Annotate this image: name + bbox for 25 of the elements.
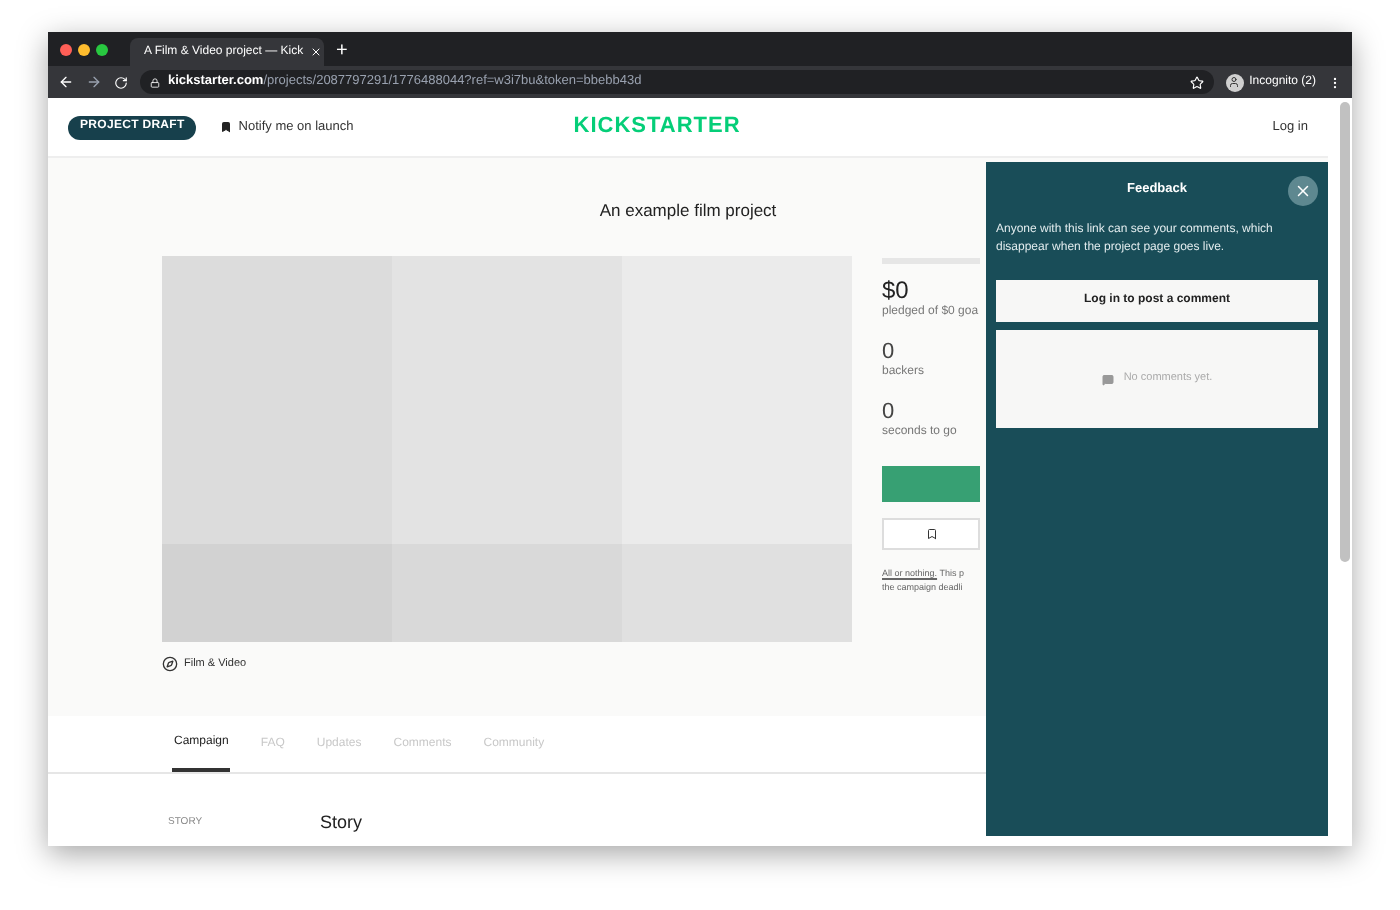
forward-icon[interactable] — [86, 74, 102, 90]
stat-value: $0 — [882, 277, 911, 304]
reload-icon[interactable] — [114, 75, 128, 89]
story-heading: Story — [320, 810, 363, 836]
stat-value: 0 — [882, 399, 897, 424]
menu-icon[interactable] — [1328, 75, 1342, 89]
bookmark-star-icon[interactable] — [1189, 75, 1204, 89]
maximize-window-icon[interactable] — [96, 43, 108, 55]
new-tab-button[interactable]: + — [336, 38, 348, 66]
close-tab-icon[interactable] — [309, 46, 322, 58]
bookmark-icon — [220, 120, 233, 134]
back-project-button[interactable] — [882, 465, 980, 502]
project-title: An example film project — [599, 198, 777, 224]
bookmark-icon — [925, 525, 937, 542]
close-icon — [1294, 182, 1312, 200]
back-icon[interactable] — [58, 74, 74, 90]
close-window-icon[interactable] — [60, 43, 72, 55]
scrollbar[interactable] — [1340, 102, 1350, 562]
stat-value: 0 — [882, 339, 897, 364]
lock-icon — [150, 77, 160, 87]
comment-icon — [1101, 373, 1114, 385]
minimize-window-icon[interactable] — [78, 43, 90, 55]
compass-icon — [162, 655, 178, 672]
close-button[interactable] — [1288, 176, 1318, 206]
incognito-icon[interactable] — [1225, 73, 1244, 91]
